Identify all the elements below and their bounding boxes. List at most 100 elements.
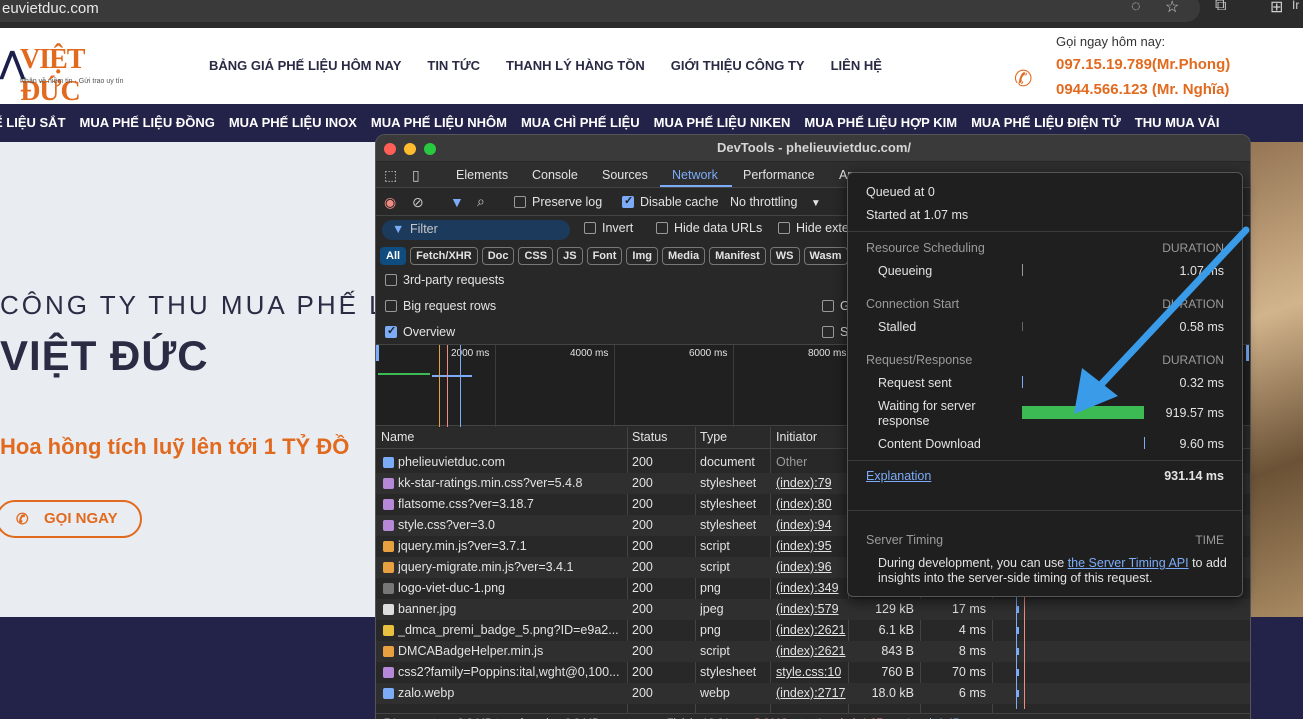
request-initiator[interactable]: (index):79 bbox=[776, 476, 832, 490]
column-initiator[interactable]: Initiator bbox=[776, 430, 817, 444]
chip-img[interactable]: Img bbox=[626, 247, 658, 265]
request-type: stylesheet bbox=[700, 476, 757, 490]
nav-price-list[interactable]: BẢNG GIÁ PHẾ LIỆU HÔM NAY bbox=[209, 58, 401, 73]
chip-js[interactable]: JS bbox=[557, 247, 583, 265]
category-dong[interactable]: MUA PHẾ LIỆU ĐỒNG bbox=[80, 115, 215, 130]
column-type[interactable]: Type bbox=[700, 430, 727, 444]
nav-clearance[interactable]: THANH LÝ HÀNG TỒN bbox=[506, 58, 645, 73]
hotline-nghia[interactable]: 0944.566.123 (Mr. Nghĩa) bbox=[1056, 81, 1229, 98]
category-chi[interactable]: MUA CHÌ PHẾ LIỆU bbox=[521, 115, 640, 130]
request-initiator[interactable]: (index):2621 bbox=[776, 623, 846, 637]
filter-icon[interactable]: ▼ bbox=[450, 194, 464, 210]
nav-about[interactable]: GIỚI THIỆU CÔNG TY bbox=[671, 58, 805, 73]
call-now-button[interactable]: ✆ GỌI NGAY bbox=[0, 500, 142, 538]
request-initiator[interactable]: (index):94 bbox=[776, 518, 832, 532]
overview-checkbox[interactable]: Overview bbox=[385, 324, 455, 339]
request-initiator[interactable]: (index):349 bbox=[776, 581, 839, 595]
tab-elements[interactable]: Elements bbox=[456, 168, 508, 182]
record-icon[interactable]: ◉ bbox=[384, 194, 396, 211]
file-type-icon bbox=[383, 646, 394, 657]
explanation-link[interactable]: Explanation bbox=[866, 469, 931, 483]
chip-font[interactable]: Font bbox=[586, 247, 623, 265]
column-status[interactable]: Status bbox=[632, 430, 667, 444]
request-initiator[interactable]: (index):2621 bbox=[776, 644, 846, 658]
server-timing-api-link[interactable]: the Server Timing API bbox=[1068, 556, 1189, 570]
filter-input[interactable]: ▼ Filter bbox=[382, 220, 570, 240]
column-name[interactable]: Name bbox=[381, 430, 414, 444]
request-initiator[interactable]: (index):80 bbox=[776, 497, 832, 511]
third-party-checkbox[interactable]: 3rd-party requests bbox=[385, 273, 504, 287]
category-sat[interactable]: Ế LIỆU SẮT bbox=[0, 115, 66, 130]
table-row[interactable]: zalo.webp 200 webp (index):2717 18.0 kB 6 ms bbox=[376, 683, 1250, 704]
chip-wasm[interactable]: Wasm bbox=[803, 247, 848, 265]
table-row[interactable]: DMCABadgeHelper.min.js 200 script (index):2… bbox=[376, 641, 1250, 662]
top-navigation: BẢNG GIÁ PHẾ LIỆU HÔM NAY TIN TỨC THANH … bbox=[209, 58, 882, 73]
chip-manifest[interactable]: Manifest bbox=[709, 247, 766, 265]
close-window-button[interactable] bbox=[384, 143, 396, 155]
request-sent-label: Request sent bbox=[878, 376, 952, 390]
nav-news[interactable]: TIN TỨC bbox=[427, 58, 480, 73]
stalled-bar bbox=[1022, 322, 1023, 331]
chip-css[interactable]: CSS bbox=[518, 247, 554, 265]
request-status: 200 bbox=[632, 644, 653, 658]
tab-sources[interactable]: Sources bbox=[602, 168, 648, 182]
profile-icon[interactable]: ⊞ bbox=[1270, 0, 1283, 17]
overview-waterfall-bar bbox=[378, 373, 430, 375]
request-status: 200 bbox=[632, 665, 653, 679]
category-inox[interactable]: MUA PHẾ LIỆU INOX bbox=[229, 115, 357, 130]
request-initiator[interactable]: style.css:10 bbox=[776, 665, 841, 679]
hide-data-urls-checkbox[interactable]: Hide data URLs bbox=[656, 221, 762, 235]
tab-network[interactable]: Network bbox=[672, 168, 718, 182]
disable-cache-checkbox[interactable]: Disable cache bbox=[622, 194, 719, 209]
checkbox-icon bbox=[584, 222, 596, 234]
request-initiator[interactable]: (index):579 bbox=[776, 602, 839, 616]
throttling-select[interactable]: No throttling ▼ bbox=[730, 195, 821, 209]
zoom-window-button[interactable] bbox=[424, 143, 436, 155]
request-initiator[interactable]: (index):95 bbox=[776, 539, 832, 553]
chip-fetch-xhr[interactable]: Fetch/XHR bbox=[410, 247, 478, 265]
category-nhom[interactable]: MUA PHẾ LIỆU NHÔM bbox=[371, 115, 507, 130]
category-dien-tu[interactable]: MUA PHẾ LIỆU ĐIỆN TỬ bbox=[971, 115, 1121, 130]
invert-checkbox[interactable]: Invert bbox=[584, 221, 633, 235]
request-size: 760 B bbox=[881, 665, 914, 679]
extension-icon[interactable]: ⧉ bbox=[1215, 0, 1226, 15]
request-initiator[interactable]: (index):2717 bbox=[776, 686, 846, 700]
logo-text: VIỆT ĐỨC bbox=[20, 44, 85, 107]
request-initiator[interactable]: (index):96 bbox=[776, 560, 832, 574]
minimize-window-button[interactable] bbox=[404, 143, 416, 155]
preserve-log-checkbox[interactable]: Preserve log bbox=[514, 195, 602, 209]
star-icon[interactable]: ☆ bbox=[1165, 0, 1179, 17]
chip-doc[interactable]: Doc bbox=[481, 247, 515, 265]
table-row[interactable]: _dmca_premi_badge_5.png?ID=e9a2... 200 png… bbox=[376, 620, 1250, 641]
address-bar[interactable]: euvietduc.com bbox=[0, 0, 1200, 22]
site-logo[interactable]: ⋀ VIỆT ĐỨC Nhận về niềm tin · Gửi trao u… bbox=[0, 42, 140, 107]
chip-all[interactable]: All bbox=[380, 247, 407, 265]
file-type-icon bbox=[383, 688, 394, 699]
annotation-arrow bbox=[1074, 226, 1250, 414]
category-vai[interactable]: THU MUA VẢI bbox=[1135, 115, 1220, 130]
clear-icon[interactable]: ⊘ bbox=[412, 194, 424, 211]
group-by-frame-checkbox[interactable]: G bbox=[822, 299, 850, 313]
tab-console[interactable]: Console bbox=[532, 168, 578, 182]
big-request-rows-checkbox[interactable]: Big request rows bbox=[385, 299, 496, 313]
chip-ws[interactable]: WS bbox=[769, 247, 800, 265]
table-row[interactable]: css2?family=Poppins:ital,wght@0,100... 20… bbox=[376, 662, 1250, 683]
chip-media[interactable]: Media bbox=[661, 247, 706, 265]
third-party-label: 3rd-party requests bbox=[403, 273, 505, 287]
tab-performance[interactable]: Performance bbox=[743, 168, 815, 182]
inspect-element-icon[interactable]: ⬚ bbox=[384, 167, 397, 184]
category-hop-kim[interactable]: MUA PHẾ LIỆU HỢP KIM bbox=[804, 115, 957, 130]
search-icon[interactable]: ⌕ bbox=[477, 193, 485, 210]
preserve-log-label: Preserve log bbox=[532, 195, 603, 209]
overview-handle-left[interactable] bbox=[376, 345, 379, 361]
eye-off-icon[interactable]: ◌ bbox=[1131, 0, 1141, 16]
nav-contact[interactable]: LIÊN HỆ bbox=[831, 58, 882, 73]
hotline-label: Gọi ngay hôm nay: bbox=[1056, 34, 1166, 49]
hotline-phong[interactable]: 097.15.19.789(Mr.Phong) bbox=[1056, 56, 1230, 73]
table-row[interactable]: banner.jpg 200 jpeg (index):579 129 kB 17 ms bbox=[376, 599, 1250, 620]
category-niken[interactable]: MUA PHẾ LIỆU NIKEN bbox=[654, 115, 791, 130]
device-toolbar-icon[interactable]: ▯ bbox=[412, 167, 420, 184]
hide-extension-urls-checkbox[interactable]: Hide exte bbox=[778, 221, 849, 235]
request-size: 129 kB bbox=[875, 602, 914, 616]
arrow-shaft bbox=[1090, 226, 1250, 396]
